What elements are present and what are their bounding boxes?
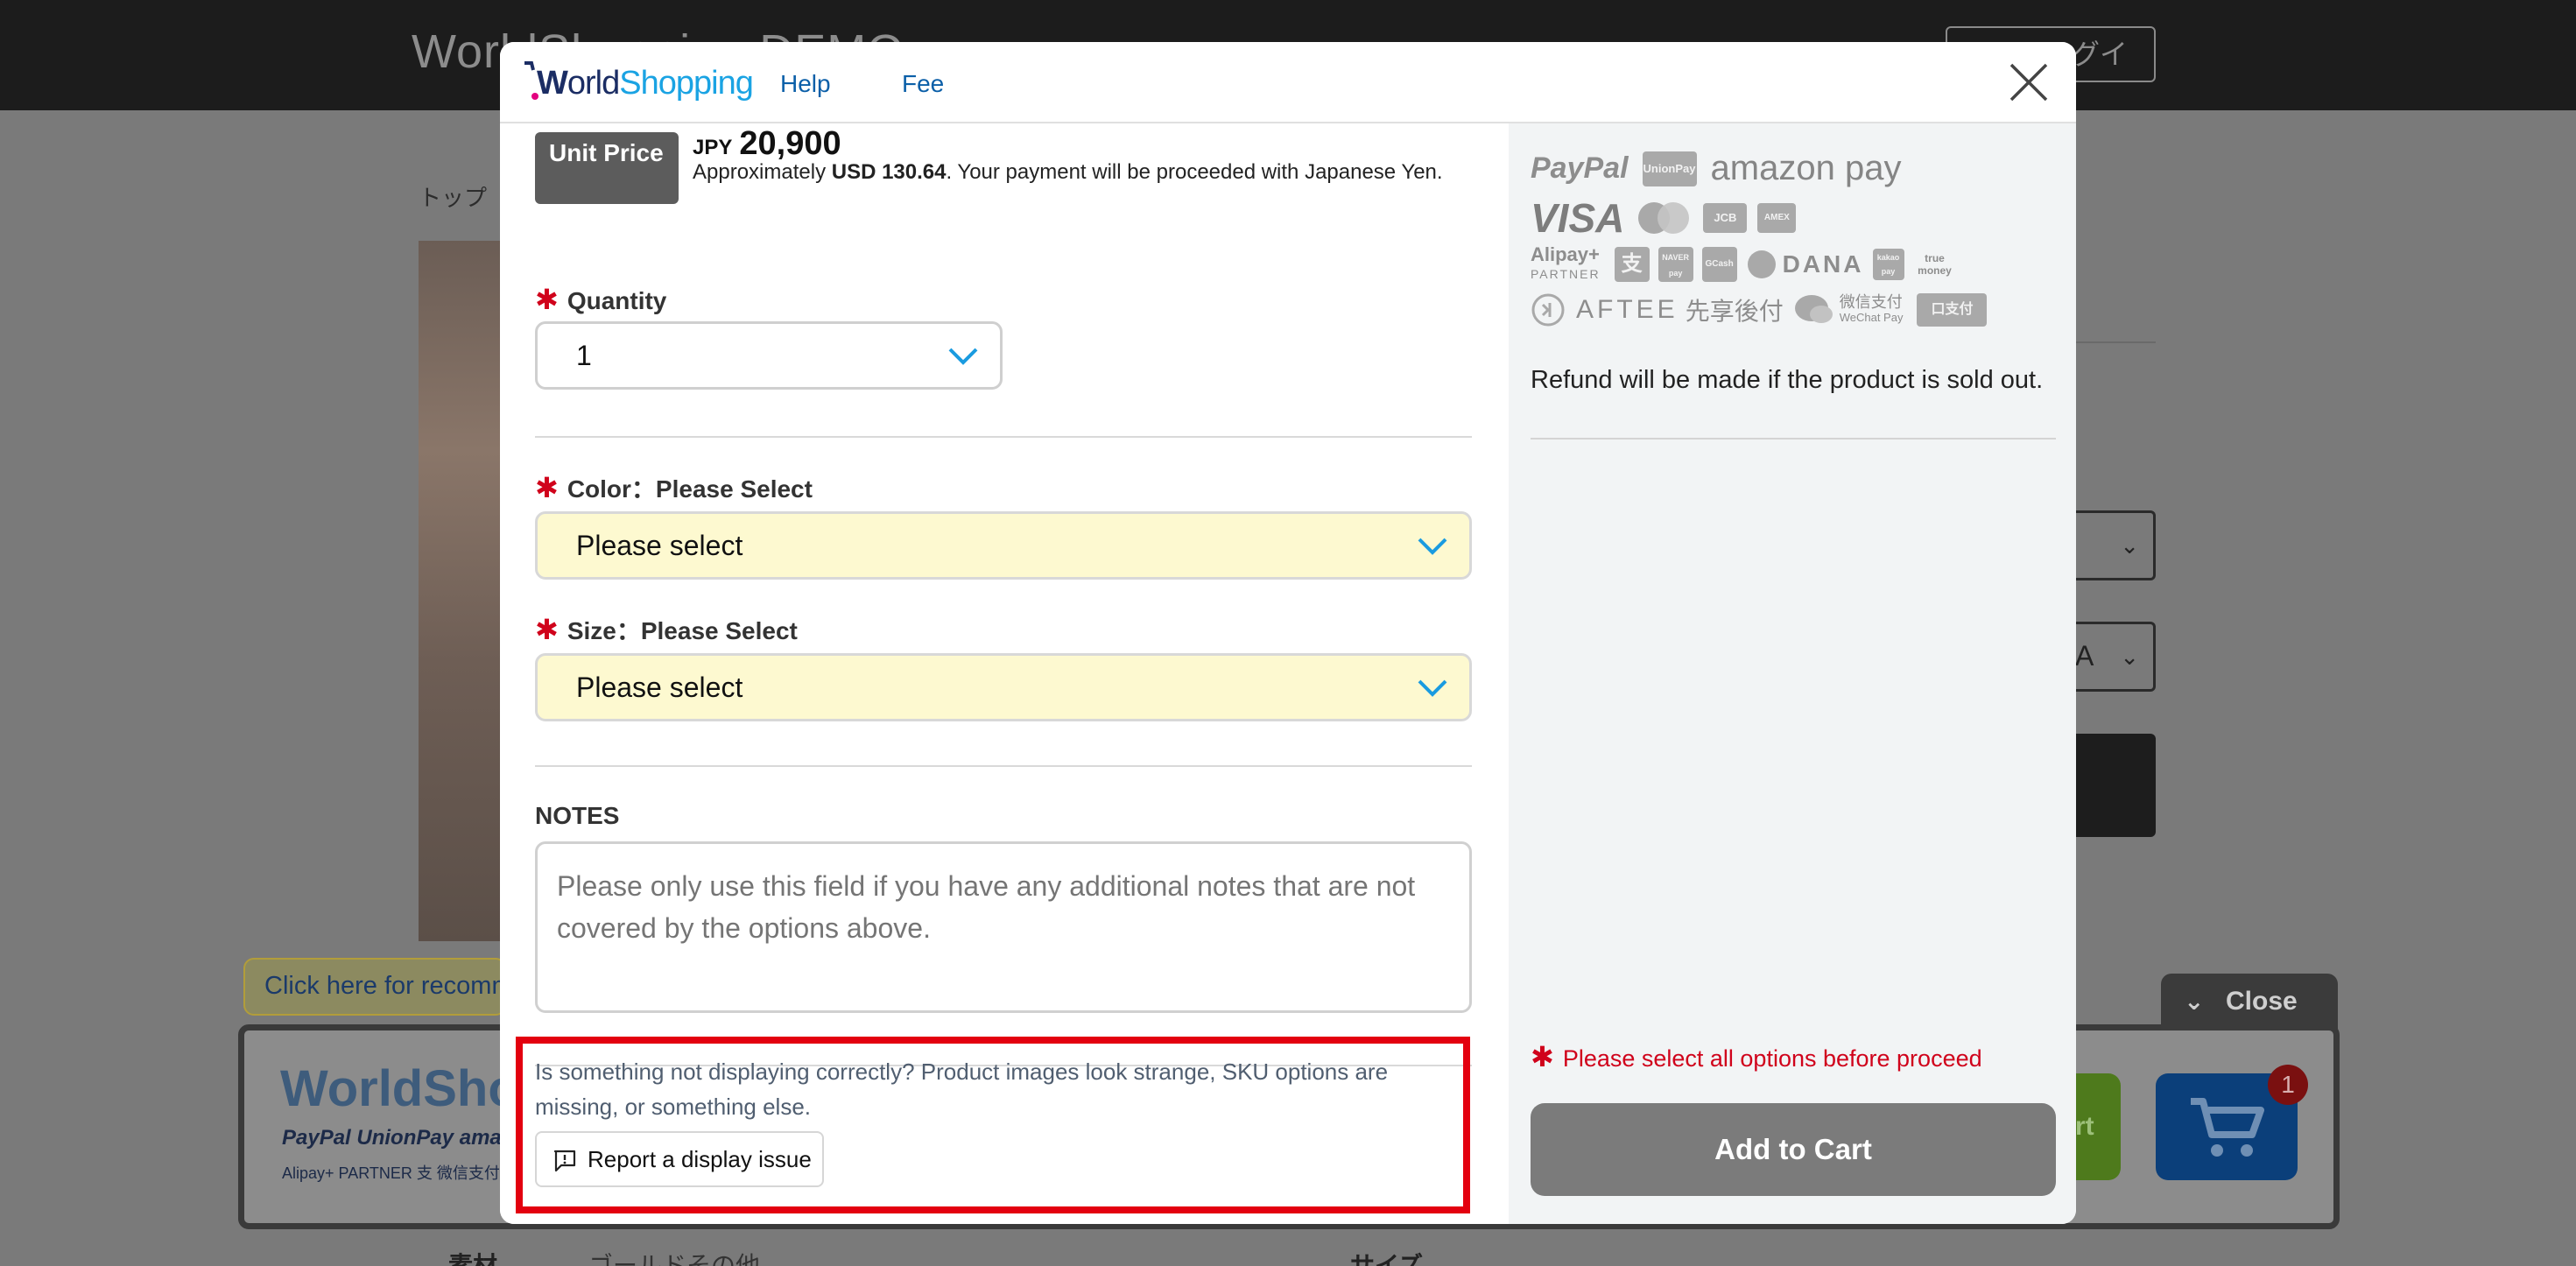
feedback-icon (553, 1150, 576, 1172)
color-value: Please select (576, 530, 743, 561)
aftee-icon (1531, 293, 1565, 327)
size-label: ✱ Size：Please Select (535, 612, 798, 647)
aftee-logo: AFTEE (1576, 295, 1679, 324)
required-asterisk: ✱ (535, 614, 559, 645)
quantity-value: 1 (576, 340, 592, 371)
cart-icon (2191, 1098, 2264, 1157)
payment-row-2: VISA JCB AMEX (1531, 194, 1797, 242)
wechat-cn-label: 微信支付 (1839, 293, 1903, 311)
worldshopping-logo: WorldShopping (523, 58, 754, 107)
price-usd: USD 130.64 (831, 160, 947, 184)
size-label-text: Size：Please Select (567, 617, 798, 644)
jcb-logo: JCB (1703, 203, 1748, 233)
breadcrumb[interactable]: トップ (419, 180, 487, 213)
required-asterisk: ✱ (535, 472, 559, 503)
report-button-label: Report a display issue (588, 1146, 812, 1172)
amex-logo: AMEX (1757, 203, 1797, 233)
warning-text: Please select all options before proceed (1562, 1045, 1982, 1072)
background-select-2[interactable]: A ⌄ (2075, 622, 2156, 692)
logo-shopping: Shopping (619, 65, 754, 102)
amazonpay-logo: amazon pay (1710, 149, 1902, 187)
quantity-label: ✱ Quantity (535, 283, 666, 316)
modal-header: WorldShopping Help Fee (500, 42, 2076, 123)
price-currency: JPY (693, 136, 733, 159)
notes-label: NOTES (535, 802, 620, 829)
spec-material-value: ゴールドその他 (588, 1252, 761, 1266)
truemoney-logo: true money (1918, 252, 1952, 277)
price-amount: JPY 20,900 (693, 125, 841, 163)
size-value: Please select (576, 672, 743, 703)
aftee-jp-label: 先享後付 (1685, 298, 1784, 325)
kakaopay-logo: kakao pay (1872, 249, 1904, 280)
product-image (419, 241, 506, 941)
price-value: 20,900 (739, 125, 841, 162)
dana-icon (1747, 250, 1776, 278)
help-link[interactable]: Help (780, 70, 831, 98)
color-label-text: Color：Please Select (567, 475, 813, 503)
spec-material-label: 素材 (448, 1252, 498, 1266)
price-note-prefix: Approximately (693, 160, 832, 184)
close-icon[interactable] (2006, 60, 2052, 105)
logo-w: W (537, 65, 568, 102)
color-select[interactable]: Please select (535, 511, 1472, 580)
spec-size-label: サイズ (1350, 1252, 1424, 1266)
recommend-tooltip[interactable]: Click here for recommended items (243, 958, 506, 1016)
chevron-down-icon (1418, 679, 1447, 697)
background-select-value: A (2075, 640, 2094, 672)
size-select[interactable]: Please select (535, 653, 1472, 721)
options-warning: ✱ Please select all options before procee… (1531, 1040, 1982, 1073)
naverpay-logo: NAVER pay (1658, 247, 1693, 282)
chevron-down-icon: ⌄ (2120, 644, 2139, 670)
widget-close-label: Close (2226, 987, 2298, 1016)
payment-row-4: AFTEE 先享後付 微信支付 WeChat Pay 口支付 (1531, 292, 1988, 327)
partner-label: PARTNER (1531, 267, 1601, 281)
payment-row-3: Alipay+ PARTNER 支 NAVER pay GCash DANA k… (1531, 245, 1955, 284)
payment-row-1: PayPal UnionPay amazon pay (1531, 149, 1901, 188)
unionpay-logo: UnionPay (1642, 151, 1697, 186)
fee-link[interactable]: Fee (902, 70, 944, 98)
visa-logo: VISA (1531, 195, 1625, 241)
price-note-suffix: . Your payment will be proceeded with Ja… (946, 160, 1443, 184)
dana-logo: DANA (1782, 250, 1864, 278)
refund-notice: Refund will be made if the product is so… (1531, 366, 2044, 394)
price-note: Approximately USD 130.64. Your payment w… (693, 160, 1481, 185)
chevron-down-icon (948, 348, 978, 365)
chevron-down-icon (1418, 538, 1447, 555)
required-asterisk: ✱ (535, 284, 559, 315)
wechat-icon (1794, 295, 1833, 323)
divider (535, 765, 1472, 767)
chevron-down-icon: ⌄ (2120, 532, 2139, 559)
alipay-logo: Alipay+ (1531, 243, 1600, 265)
color-label: ✱ Color：Please Select (535, 470, 813, 505)
quantity-select[interactable]: 1 (535, 321, 1003, 390)
quantity-label-text: Quantity (567, 287, 667, 314)
unit-price-badge: Unit Price (535, 132, 679, 204)
alipay-cn-logo: 支 (1614, 247, 1650, 282)
other-pay-logo: 口支付 (1917, 293, 1988, 327)
logo-orld: orld (567, 65, 620, 102)
required-asterisk: ✱ (1531, 1041, 1554, 1073)
mastercard-logo (1638, 202, 1690, 234)
cart-count-badge: 1 (2268, 1065, 2308, 1105)
widget-action-button[interactable]: rt (2075, 1073, 2121, 1180)
chevron-down-icon: ⌄ (2184, 988, 2205, 1015)
paypal-logo: PayPal (1531, 151, 1629, 185)
divider (1531, 438, 2056, 440)
report-display-issue-button[interactable]: Report a display issue (535, 1131, 824, 1187)
background-buy-button[interactable] (2075, 734, 2156, 837)
divider (535, 436, 1472, 438)
add-to-cart-button[interactable]: Add to Cart (1531, 1103, 2056, 1196)
divider (2075, 341, 2156, 343)
widget-payments-2: Alipay+ PARTNER 支 微信支付 (282, 1164, 500, 1182)
wechat-en-label: WeChat Pay (1839, 311, 1904, 324)
background-select-1[interactable]: ⌄ (2075, 510, 2156, 580)
report-text: Is something not displaying correctly? P… (535, 1059, 1389, 1120)
gcash-logo: GCash (1701, 247, 1737, 282)
widget-close-button[interactable]: ⌄ Close (2161, 974, 2338, 1030)
notes-textarea[interactable] (535, 841, 1472, 1013)
